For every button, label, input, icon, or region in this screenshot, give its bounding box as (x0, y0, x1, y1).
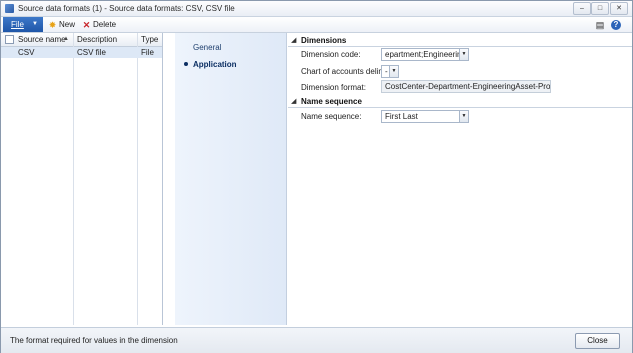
tab-application[interactable]: Application (193, 60, 237, 69)
window-title: Source data formats (1) - Source data fo… (18, 4, 235, 13)
dimension-code-value: epartment;EngineeringAsse (385, 50, 468, 59)
new-star-icon: ✸ (48, 20, 57, 30)
dimension-format-value: CostCenter-Department-EngineeringAsset-P… (385, 82, 551, 91)
app-icon (5, 4, 14, 13)
delimiter-field[interactable]: - ▼ (381, 65, 399, 78)
close-button[interactable]: Close (575, 333, 620, 349)
active-tab-bullet-icon (184, 62, 188, 66)
delete-button[interactable]: ✕ Delete (82, 19, 116, 30)
tab-general[interactable]: General (193, 43, 221, 52)
dimensions-section-header[interactable]: ◢ Dimensions (288, 36, 632, 47)
dropdown-arrow-icon[interactable]: ▼ (389, 66, 398, 77)
dimension-code-label: Dimension code: (301, 50, 361, 59)
cell-description: CSV file (77, 48, 106, 57)
name-sequence-section-header[interactable]: ◢ Name sequence (288, 97, 632, 108)
table-row[interactable]: CSV CSV file File (1, 47, 162, 58)
cell-type: File (141, 48, 154, 57)
sort-ascending-icon: ▲ (63, 36, 69, 42)
delete-button-label: Delete (93, 20, 117, 29)
dropdown-arrow-icon[interactable]: ▼ (459, 111, 468, 122)
dimension-format-label: Dimension format: (301, 83, 366, 92)
records-grid: Source name ▲ Description Type CSV CSV f… (1, 33, 163, 325)
select-all-checkbox[interactable] (5, 35, 14, 44)
status-bar: The format required for values in the di… (1, 327, 632, 353)
dimension-format-field: CostCenter-Department-EngineeringAsset-P… (381, 80, 551, 93)
column-header-type[interactable]: Type (141, 35, 158, 44)
file-menu-button[interactable]: File ▼ (3, 17, 43, 32)
close-window-button[interactable]: ✕ (610, 2, 628, 15)
name-sequence-field[interactable]: First Last ▼ (381, 110, 469, 123)
name-sequence-value: First Last (385, 112, 418, 121)
maximize-button[interactable]: □ (591, 2, 609, 15)
new-button[interactable]: ✸ New (48, 19, 75, 30)
application-window: Source data formats (1) - Source data fo… (0, 0, 633, 353)
chevron-down-icon: ▼ (32, 21, 38, 27)
details-panel: ◢ Dimensions Dimension code: epartment;E… (288, 33, 632, 325)
new-button-label: New (59, 20, 76, 29)
title-bar: Source data formats (1) - Source data fo… (1, 1, 632, 17)
tab-navigation-pane: General Application (175, 33, 287, 325)
column-header-description[interactable]: Description (77, 35, 117, 44)
minimize-button[interactable]: – (573, 2, 591, 15)
help-icon[interactable]: ? (611, 20, 621, 30)
dimension-code-field[interactable]: epartment;EngineeringAsse ▼ (381, 48, 469, 61)
collapse-triangle-icon: ◢ (291, 37, 297, 44)
cell-source-name: CSV (18, 48, 35, 57)
action-pane: File ▼ ✸ New ✕ Delete ▤ ? (1, 17, 632, 33)
layout-icon[interactable]: ▤ (595, 20, 605, 30)
delimiter-value: - (385, 67, 388, 76)
delete-x-icon: ✕ (82, 20, 91, 30)
collapse-triangle-icon: ◢ (291, 98, 297, 105)
column-divider (137, 33, 138, 325)
column-header-source-name[interactable]: Source name (18, 35, 66, 44)
dropdown-arrow-icon[interactable]: ▼ (459, 49, 468, 60)
column-divider (73, 33, 74, 325)
dimensions-section-title: Dimensions (301, 36, 347, 45)
file-menu-label: File (11, 20, 24, 29)
name-sequence-label: Name sequence: (301, 112, 362, 121)
status-help-text: The format required for values in the di… (10, 336, 178, 345)
name-sequence-section-title: Name sequence (301, 97, 362, 106)
